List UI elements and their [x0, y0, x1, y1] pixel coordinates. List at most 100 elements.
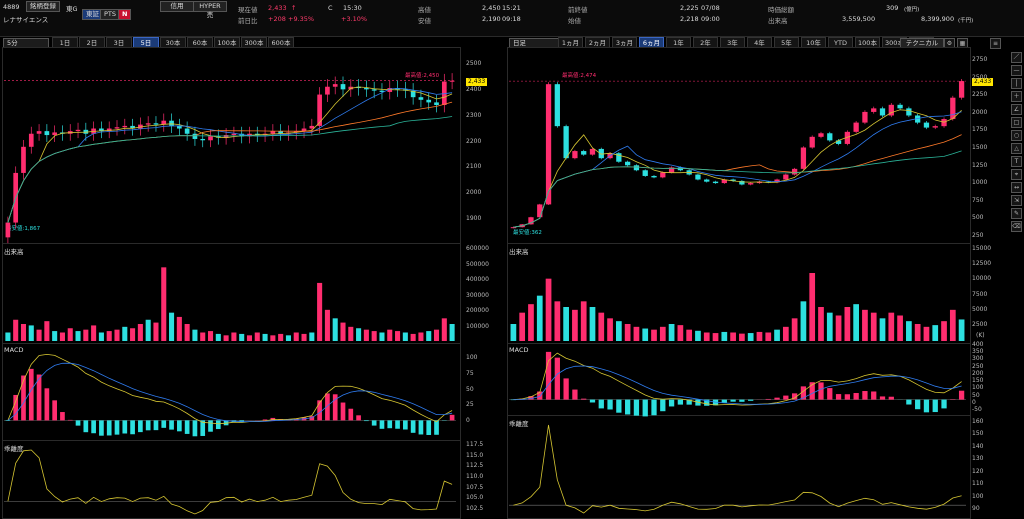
left-macd-hist-15 — [122, 420, 127, 433]
right-volume-bar-39 — [853, 304, 859, 341]
right-price-candle-32 — [792, 169, 797, 175]
left-macd-signal-line — [8, 363, 452, 422]
left-volume-bar-25 — [200, 333, 205, 342]
right-volume-bar-41 — [871, 313, 877, 341]
left-price-candle-4 — [37, 131, 42, 134]
right-macd-hist-42 — [880, 396, 885, 399]
left-volume-bar-7 — [60, 333, 65, 342]
right-volume-bar-38 — [844, 307, 850, 341]
right-price-candle-36 — [827, 133, 832, 140]
right-volume-bar-23 — [713, 333, 719, 341]
right-volume-bar-4 — [546, 279, 552, 341]
right-volume-bar-11 — [607, 318, 613, 341]
right-volume-bar-33 — [801, 301, 807, 341]
left-volume-bar-36 — [286, 335, 291, 341]
right-price-candle-35 — [818, 133, 823, 137]
right-volume-bar-10 — [598, 313, 604, 341]
left-macd-hist-19 — [154, 420, 159, 430]
left-macd-hist-26 — [208, 420, 213, 431]
left-volume-bar-3 — [29, 325, 34, 341]
right-macd-hist-17 — [660, 400, 665, 412]
right-volume-bar-40 — [862, 310, 868, 341]
right-price-candle-23 — [713, 182, 718, 183]
right-volume-bar-8 — [581, 301, 587, 341]
left-price-candle-43 — [341, 84, 346, 89]
right-price-candle-42 — [880, 108, 885, 115]
left-volume-bar-50 — [395, 331, 400, 341]
right-price-candle-31 — [783, 175, 788, 180]
left-price-candle-0 — [6, 223, 11, 238]
left-price-candle-6 — [52, 132, 57, 135]
left-price-candle-34 — [271, 131, 276, 134]
right-price-candle-50 — [950, 98, 955, 119]
left-macd-hist-12 — [99, 420, 104, 435]
right-macd-signal-line — [513, 366, 961, 404]
left-price-candle-26 — [208, 136, 213, 140]
right-macd-hist-51 — [959, 391, 964, 400]
right-price-ma-5 — [513, 110, 961, 227]
right-volume-bar-36 — [827, 313, 833, 341]
right-volume-bar-29 — [765, 333, 771, 342]
right-price-candle-5 — [555, 84, 560, 126]
left-volume-bar-27 — [216, 334, 221, 341]
right-volume-bar-24 — [721, 332, 727, 341]
left-macd-hist-5 — [45, 388, 50, 420]
left-macd-hist-54 — [426, 420, 431, 435]
right-price-candle-37 — [836, 140, 841, 144]
left-macd-hist-10 — [83, 420, 88, 432]
right-macd-hist-41 — [871, 391, 876, 399]
right-macd-hist-15 — [643, 400, 648, 417]
right-volume-bar-2 — [528, 304, 534, 341]
left-volume-bar-48 — [379, 333, 384, 342]
left-price-candle-21 — [169, 121, 174, 126]
right-volume-bar-30 — [774, 330, 780, 341]
left-volume-bar-40 — [317, 283, 322, 341]
right-macd-hist-27 — [748, 400, 753, 401]
left-macd-hist-23 — [185, 420, 190, 434]
right-volume-bar-6 — [563, 307, 569, 341]
left-macd-hist-53 — [419, 420, 424, 434]
left-volume-bar-46 — [364, 330, 369, 341]
left-volume-bar-12 — [99, 333, 104, 342]
left-macd-hist-48 — [380, 420, 385, 428]
left-volume-bar-6 — [52, 331, 57, 341]
left-price-candle-40 — [317, 95, 322, 126]
right-price-candle-10 — [599, 149, 604, 158]
right-price-candle-48 — [933, 126, 938, 127]
right-volume-bar-18 — [669, 324, 675, 341]
right-price-candle-15 — [643, 170, 648, 176]
left-macd-hist-45 — [356, 415, 361, 420]
right-macd-hist-29 — [766, 399, 771, 400]
left-macd-hist-11 — [91, 420, 96, 433]
left-volume-bar-39 — [309, 333, 314, 342]
right-macd-hist-47 — [924, 400, 929, 413]
left-price-candle-2 — [21, 147, 26, 173]
left-price-candle-46 — [364, 88, 369, 89]
left-price-candle-57 — [450, 81, 455, 82]
left-macd-hist-46 — [364, 420, 369, 421]
left-volume-bar-26 — [208, 331, 213, 341]
left-volume-bar-47 — [372, 331, 377, 341]
left-macd-hist-21 — [169, 420, 174, 429]
right-volume-bar-28 — [757, 332, 763, 341]
right-macd-hist-9 — [590, 400, 595, 403]
right-volume-bar-31 — [783, 327, 789, 341]
right-volume-bar-16 — [651, 330, 657, 341]
left-macd-hist-13 — [107, 420, 112, 435]
right-volume-bar-43 — [888, 313, 894, 341]
right-volume-bar-49 — [941, 321, 947, 341]
right-volume-bar-15 — [642, 329, 648, 341]
right-macd-hist-30 — [774, 398, 779, 400]
right-ratio-ratio-line — [513, 425, 961, 513]
right-volume-bar-48 — [932, 325, 938, 341]
left-volume-bar-19 — [153, 323, 158, 341]
right-volume-bar-27 — [748, 333, 754, 341]
right-macd-hist-16 — [651, 400, 656, 416]
right-price-candle-27 — [748, 183, 753, 184]
right-price-candle-33 — [801, 148, 806, 169]
left-volume-bar-55 — [434, 330, 439, 341]
left-volume-bar-35 — [278, 334, 283, 341]
left-volume-bar-11 — [91, 325, 96, 341]
right-macd-hist-43 — [889, 397, 894, 400]
right-price-candle-21 — [695, 175, 700, 180]
